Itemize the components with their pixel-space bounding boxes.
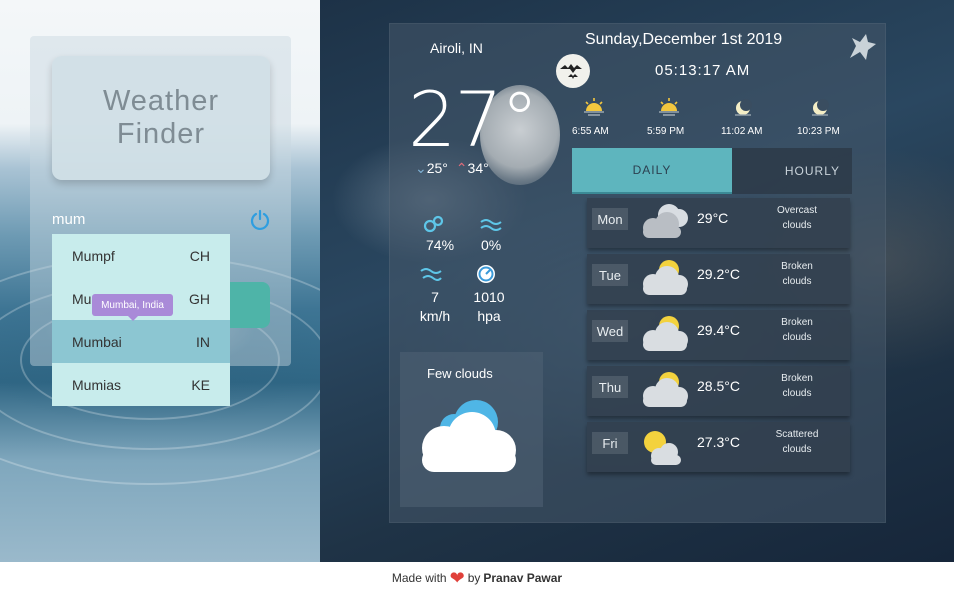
suggestion-city: Mumias — [72, 376, 122, 393]
forecast-condition: Broken clouds — [757, 371, 837, 401]
broken-clouds-icon — [643, 372, 688, 407]
footer-author[interactable]: Pranav Pawar — [483, 571, 562, 585]
search-button[interactable] — [228, 282, 270, 328]
forecast-day: Fri — [592, 432, 628, 454]
forecast-condition: Broken clouds — [757, 315, 837, 345]
forecast-temperature: 29.2°C — [697, 266, 740, 282]
suggestion-item-active[interactable]: Mumbai IN — [52, 320, 230, 363]
suggestion-tooltip: Mumbai, India — [92, 294, 173, 321]
suggestion-city: Mumpf — [72, 247, 115, 264]
few-clouds-icon — [422, 400, 516, 472]
moon-bats-icon — [556, 54, 590, 88]
location-label: Airoli, IN — [430, 40, 483, 56]
current-date: Sunday,December 1st 2019 — [585, 31, 783, 48]
forecast-condition: Scattered clouds — [757, 427, 837, 457]
wind-speed-value: 7 — [431, 289, 439, 305]
pressure: 1010 hpa — [469, 288, 509, 326]
forecast-condition-line2: clouds — [782, 444, 812, 455]
app-title-line1: Weather — [102, 85, 220, 117]
humidity-icon — [423, 215, 444, 233]
moonset-icon — [812, 99, 829, 116]
pressure-gauge-icon — [477, 265, 495, 283]
forecast-condition-line1: Overcast — [776, 205, 817, 216]
moonset-time: 10:23 PM — [797, 126, 840, 137]
forecast-condition: Overcast clouds — [757, 203, 837, 233]
suggestion-country: KE — [191, 376, 210, 393]
min-temperature: 25° — [426, 160, 448, 176]
suggestion-list: Mumpf CH Mumford GH Mumbai IN Mumias KE — [52, 234, 230, 406]
scattered-clouds-icon — [644, 431, 681, 465]
forecast-day: Tue — [592, 264, 628, 286]
forecast-condition-line2: clouds — [782, 276, 812, 287]
bird-logo-icon — [850, 34, 876, 60]
overcast-clouds-icon — [643, 204, 688, 238]
current-temperature: 27° — [408, 75, 539, 164]
sunset-time: 5:59 PM — [647, 126, 685, 137]
sunset-icon — [659, 98, 679, 116]
forecast-condition-line2: clouds — [782, 220, 812, 231]
min-max-temperature: ⌄25° ⌃34° — [415, 160, 489, 177]
forecast-temperature: 29.4°C — [697, 322, 740, 338]
precipitation-icon — [480, 219, 502, 231]
forecast-day: Wed — [592, 320, 628, 342]
app-title: Weather Finder — [52, 56, 270, 180]
current-time: 05:13:17 AM — [655, 62, 751, 79]
suggestion-item[interactable]: Mumias KE — [52, 363, 230, 406]
pressure-value: 1010 — [473, 289, 505, 305]
forecast-condition-line1: Broken — [781, 261, 813, 272]
footer: Made with ❤ by Pranav Pawar — [0, 562, 954, 594]
max-arrow-icon: ⌃ — [455, 160, 468, 176]
humidity-value: 74% — [426, 237, 455, 253]
max-temperature: 34° — [467, 160, 489, 176]
tab-daily[interactable]: DAILY — [572, 148, 732, 194]
forecast-condition-line1: Scattered — [775, 429, 819, 440]
forecast-condition-line1: Broken — [781, 317, 813, 328]
forecast-row: Tue 29.2°C Broken clouds — [587, 254, 850, 304]
forecast-condition-line1: Broken — [781, 373, 813, 384]
app-title-line2: Finder — [116, 118, 206, 150]
power-icon[interactable] — [250, 209, 270, 231]
sunrise-icon — [584, 98, 604, 116]
forecast-row: Fri 27.3°C Scattered clouds — [587, 422, 850, 472]
wind-icon — [420, 268, 442, 281]
forecast-tabs: DAILY HOURLY — [572, 148, 852, 194]
wind-speed: 7 km/h — [414, 288, 456, 326]
forecast-row: Wed 29.4°C Broken clouds — [587, 310, 850, 360]
footer-prefix: Made with — [391, 571, 447, 585]
forecast-day: Thu — [592, 376, 628, 398]
suggestion-country: IN — [196, 333, 210, 350]
wind-speed-unit: km/h — [419, 308, 451, 324]
moonrise-icon — [735, 99, 752, 116]
forecast-row: Thu 28.5°C Broken clouds — [587, 366, 850, 416]
forecast-row: Mon 29°C Overcast clouds — [587, 198, 850, 248]
broken-clouds-icon — [643, 260, 688, 295]
forecast-condition-line2: clouds — [782, 388, 812, 399]
suggestion-city: Mumbai — [72, 333, 122, 350]
min-arrow-icon: ⌄ — [415, 160, 427, 176]
city-search-input[interactable] — [52, 207, 242, 231]
suggestion-country: CH — [189, 247, 210, 264]
tab-hourly[interactable]: HOURLY — [732, 148, 852, 194]
forecast-temperature: 29°C — [697, 210, 729, 226]
moonrise-time: 11:02 AM — [721, 126, 763, 137]
suggestion-country: GH — [189, 290, 210, 307]
forecast-day: Mon — [592, 208, 628, 230]
pressure-unit: hpa — [477, 308, 501, 324]
sunrise-time: 6:55 AM — [572, 126, 609, 137]
forecast-condition-line2: clouds — [782, 332, 812, 343]
heart-icon: ❤ — [449, 567, 465, 588]
current-condition: Few clouds — [427, 366, 493, 381]
footer-by: by — [467, 571, 481, 585]
forecast-temperature: 28.5°C — [697, 378, 740, 394]
suggestion-item[interactable]: Mumpf CH — [52, 234, 230, 277]
precipitation-value: 0% — [481, 237, 502, 253]
forecast-condition: Broken clouds — [757, 259, 837, 289]
forecast-temperature: 27.3°C — [697, 434, 740, 450]
broken-clouds-icon — [643, 316, 688, 351]
